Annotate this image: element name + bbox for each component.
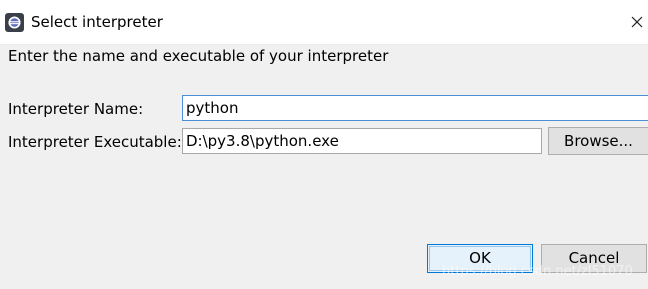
dialog-title: Select interpreter: [31, 13, 163, 31]
eclipse-icon: [5, 13, 24, 32]
interpreter-executable-label: Interpreter Executable:: [8, 133, 182, 151]
close-icon[interactable]: [626, 10, 648, 34]
interpreter-executable-input[interactable]: D:\py3.8\python.exe: [182, 128, 542, 154]
browse-button[interactable]: Browse...: [548, 127, 648, 155]
dialog-message: Enter the name and executable of your in…: [8, 47, 389, 65]
interpreter-name-input[interactable]: python: [182, 95, 648, 121]
dialog-body: Enter the name and executable of your in…: [0, 44, 648, 289]
title-bar: Select interpreter: [0, 0, 648, 44]
interpreter-name-label: Interpreter Name:: [8, 100, 144, 118]
watermark-text: https://blog.csdn.net/zl51070: [442, 264, 633, 279]
